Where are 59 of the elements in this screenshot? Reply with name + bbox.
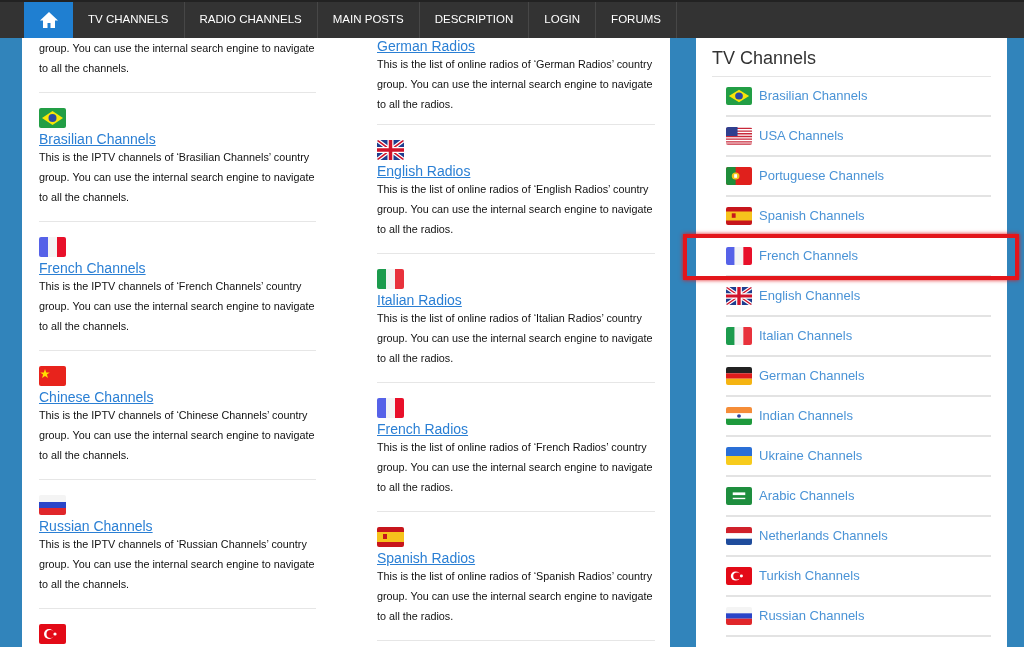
russia-flag-icon — [726, 607, 752, 625]
post-description: group. You can use the internal search engine to navigate to all the channels. — [39, 41, 316, 76]
germany-flag-icon — [726, 367, 752, 385]
post-title-link[interactable]: Russian Channels — [39, 518, 153, 534]
netherlands-flag-icon — [726, 527, 752, 545]
russia-flag-icon — [39, 495, 66, 515]
italy-flag-icon — [377, 269, 404, 289]
turkey-flag-icon — [726, 567, 752, 585]
italy-flag-icon — [726, 327, 752, 345]
post-description: This is the list of online radios of ‘French Radios’ country group. You can use the internal search engine to navigate to all the radios. — [377, 440, 654, 495]
sidebar-link[interactable]: French Channels — [759, 246, 858, 266]
post-description: This is the list of online radios of ‘Italian Radios’ country group. You can use the internal search engine to navigate to all the radios. — [377, 311, 654, 366]
post-description: This is the list of online radios of ‘German Radios’ country group. You can use the internal search engine to navigate to all the radios. — [377, 57, 654, 112]
portugal-flag-icon — [726, 167, 752, 185]
post-description: This is the list of online radios of ‘Spanish Radios’ country group. You can use the internal search engine to navigate to all the radios. — [377, 569, 654, 624]
post-description: This is the IPTV channels of ‘Chinese Channels’ country group. You can use the internal search engine to navigate to all the channels. — [39, 408, 316, 463]
post-title-link[interactable]: French Channels — [39, 260, 146, 276]
post-title-link[interactable]: Chinese Channels — [39, 389, 154, 405]
post-description: This is the list of online radios of ‘English Radios’ country group. You can use the internal search engine to navigate to all the radios. — [377, 182, 654, 237]
sidebar-link[interactable]: Brasilian Channels — [759, 86, 868, 106]
post-title-link[interactable]: German Radios — [377, 38, 476, 54]
india-flag-icon — [726, 407, 752, 425]
sidebar-link[interactable]: Portuguese Channels — [759, 166, 885, 186]
post-title-link[interactable]: French Radios — [377, 421, 469, 437]
sidebar-link[interactable]: Russian Channels — [759, 606, 865, 626]
post-description: This is the IPTV channels of ‘Brasilian Channels’ country group. You can use the internal search engine to navigate to all the channels. — [39, 150, 316, 205]
sidebar-link[interactable]: German Channels — [759, 366, 865, 386]
ukraine-flag-icon — [726, 447, 752, 465]
france-flag-icon — [39, 237, 66, 257]
post-title-link[interactable]: Italian Radios — [377, 292, 462, 308]
post-title-link[interactable]: Spanish Radios — [377, 550, 476, 566]
brazil-flag-icon — [39, 108, 66, 128]
post-description: This is the IPTV channels of ‘French Channels’ country group. You can use the internal search engine to navigate to all the channels. — [39, 279, 316, 334]
union-jack-flag-icon — [726, 287, 752, 305]
union-jack-flag-icon — [377, 140, 404, 160]
sidebar-link[interactable]: English Channels — [759, 286, 861, 306]
sidebar-link[interactable]: Netherlands Channels — [759, 526, 888, 546]
sidebar-heading: TV Channels — [712, 47, 818, 70]
sidebar-link[interactable]: Ukraine Channels — [759, 446, 863, 466]
home-button[interactable] — [24, 2, 73, 38]
turkey-flag-icon — [39, 624, 66, 644]
spain-flag-icon — [726, 207, 752, 225]
sidebar-link[interactable]: Spanish Channels — [759, 206, 865, 226]
sidebar-link[interactable]: USA Channels — [759, 126, 844, 146]
usa-flag-icon — [726, 127, 752, 145]
sidebar-link[interactable]: Indian Channels — [759, 406, 853, 426]
brazil-flag-icon — [726, 87, 752, 105]
home-icon — [38, 11, 59, 29]
france-flag-icon — [726, 247, 752, 265]
saudi-flag-icon — [726, 487, 752, 505]
spain-flag-icon — [377, 527, 404, 547]
post-title-link[interactable]: English Radios — [377, 163, 471, 179]
sidebar-link[interactable]: Italian Channels — [759, 326, 853, 346]
france-flag-icon — [377, 398, 404, 418]
post-description: This is the IPTV channels of ‘Russian Channels’ country group. You can use the internal search engine to navigate to all the channels. — [39, 537, 316, 592]
china-flag-icon — [39, 366, 66, 386]
sidebar-link[interactable]: Arabic Channels — [759, 486, 855, 506]
post-title-link[interactable]: Brasilian Channels — [39, 131, 156, 147]
sidebar-link[interactable]: Turkish Channels — [759, 566, 860, 586]
